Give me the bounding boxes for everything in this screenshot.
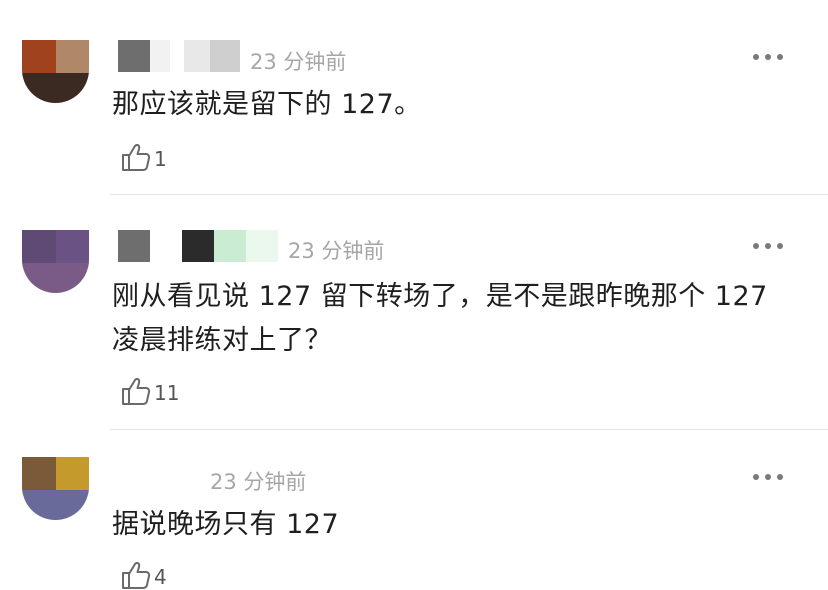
divider bbox=[110, 194, 828, 195]
username-redacted[interactable] bbox=[118, 230, 278, 262]
comment-text: 据说晚场只有 127 bbox=[112, 509, 340, 540]
comment-time: 23 分钟前 bbox=[288, 239, 385, 263]
like-button[interactable]: 11 bbox=[120, 376, 179, 406]
like-count: 1 bbox=[154, 147, 167, 171]
like-count: 4 bbox=[154, 565, 167, 589]
divider bbox=[110, 429, 828, 430]
like-button[interactable]: 4 bbox=[120, 560, 167, 590]
thumbs-up-icon bbox=[122, 144, 151, 171]
avatar[interactable] bbox=[22, 457, 89, 520]
like-count: 11 bbox=[154, 381, 180, 405]
avatar-lower bbox=[22, 72, 89, 103]
more-dots-icon[interactable] bbox=[753, 471, 783, 483]
more-dots-icon[interactable] bbox=[753, 240, 783, 252]
like-button[interactable]: 1 bbox=[120, 142, 167, 172]
comment-text: 刚从看见说 127 留下转场了，是不是跟昨晚那个 127 凌晨排练对上了？ bbox=[112, 281, 768, 356]
more-dots-icon[interactable] bbox=[753, 51, 783, 63]
avatar[interactable] bbox=[22, 230, 89, 293]
thumbs-up-icon bbox=[122, 378, 151, 405]
comment-time: 23 分钟前 bbox=[250, 50, 347, 74]
avatar[interactable] bbox=[22, 40, 89, 103]
comment-time: 23 分钟前 bbox=[210, 470, 307, 494]
avatar-lower bbox=[22, 489, 89, 520]
comment-text: 那应该就是留下的 127。 bbox=[112, 89, 422, 120]
thumbs-up-icon bbox=[122, 562, 151, 589]
username-redacted[interactable] bbox=[118, 40, 240, 72]
avatar-lower bbox=[22, 262, 89, 293]
